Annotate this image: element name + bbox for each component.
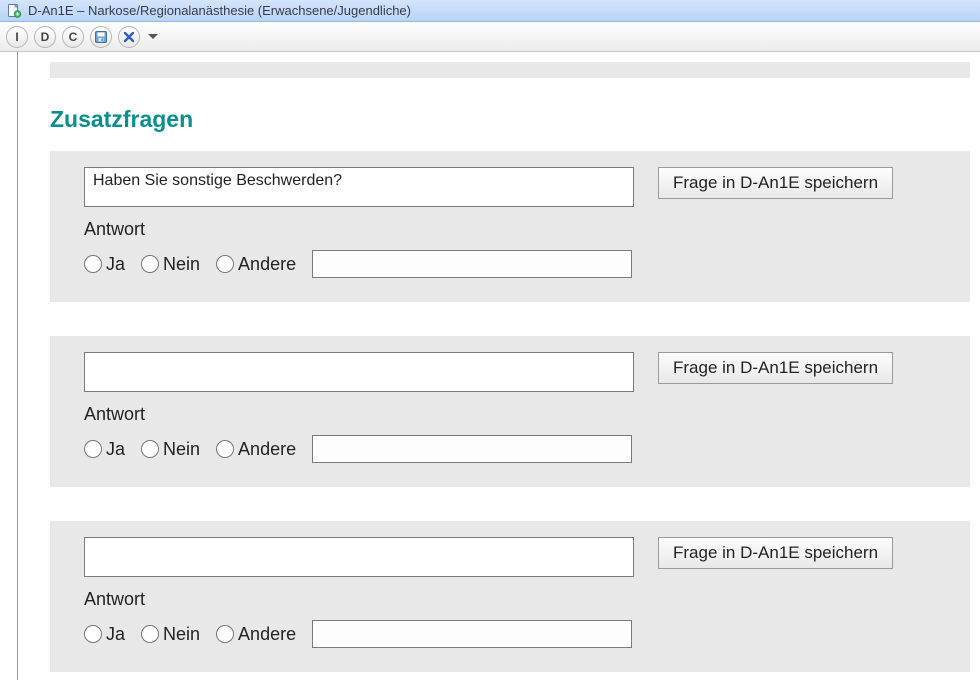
answer-yes-radio[interactable] xyxy=(84,625,102,643)
answer-no-option[interactable]: Nein xyxy=(141,254,200,275)
answer-label: Antwort xyxy=(84,404,954,425)
answer-no-radio[interactable] xyxy=(141,440,159,458)
answer-other-input[interactable] xyxy=(312,620,632,648)
question-text-input[interactable] xyxy=(84,167,634,207)
toolbar-c-button[interactable]: C xyxy=(62,26,84,48)
answer-yes-option[interactable]: Ja xyxy=(84,439,125,460)
page-content: Zusatzfragen Frage in D-An1E speichern A… xyxy=(20,52,980,680)
question-text-input[interactable] xyxy=(84,537,634,577)
window-title: D-An1E – Narkose/Regionalanästhesie (Erw… xyxy=(28,3,411,18)
answer-yes-label: Ja xyxy=(106,254,125,275)
answer-yes-radio[interactable] xyxy=(84,440,102,458)
answer-other-label: Andere xyxy=(238,624,296,645)
save-question-button[interactable]: Frage in D-An1E speichern xyxy=(658,537,893,569)
question-block: Frage in D-An1E speichern Antwort Ja Nei… xyxy=(50,151,970,302)
toolbar-d-button[interactable]: D xyxy=(34,26,56,48)
document-icon xyxy=(6,3,22,19)
answer-other-radio[interactable] xyxy=(216,255,234,273)
answer-yes-label: Ja xyxy=(106,439,125,460)
answer-other-option[interactable]: Andere xyxy=(216,254,296,275)
answer-yes-option[interactable]: Ja xyxy=(84,624,125,645)
question-block: Frage in D-An1E speichern Antwort Ja Nei… xyxy=(50,336,970,487)
answer-other-radio[interactable] xyxy=(216,625,234,643)
answer-no-radio[interactable] xyxy=(141,255,159,273)
answer-yes-radio[interactable] xyxy=(84,255,102,273)
previous-section-stub xyxy=(50,62,970,78)
answer-other-input[interactable] xyxy=(312,250,632,278)
answer-no-option[interactable]: Nein xyxy=(141,439,200,460)
answer-other-input[interactable] xyxy=(312,435,632,463)
answer-row: Ja Nein Andere xyxy=(84,250,954,278)
answer-no-label: Nein xyxy=(163,624,200,645)
save-question-button[interactable]: Frage in D-An1E speichern xyxy=(658,167,893,199)
answer-yes-label: Ja xyxy=(106,624,125,645)
answer-label: Antwort xyxy=(84,219,954,240)
page-left-margin xyxy=(0,52,20,680)
answer-other-label: Andere xyxy=(238,439,296,460)
answer-label: Antwort xyxy=(84,589,954,610)
toolbar-info-button[interactable]: I xyxy=(6,26,28,48)
answer-other-radio[interactable] xyxy=(216,440,234,458)
toolbar-more-dropdown[interactable] xyxy=(146,26,160,48)
toolbar: I D C xyxy=(0,22,980,52)
answer-row: Ja Nein Andere xyxy=(84,435,954,463)
answer-no-option[interactable]: Nein xyxy=(141,624,200,645)
answer-no-radio[interactable] xyxy=(141,625,159,643)
question-text-input[interactable] xyxy=(84,352,634,392)
answer-yes-option[interactable]: Ja xyxy=(84,254,125,275)
answer-no-label: Nein xyxy=(163,254,200,275)
question-block: Frage in D-An1E speichern Antwort Ja Nei… xyxy=(50,521,970,672)
answer-no-label: Nein xyxy=(163,439,200,460)
section-heading: Zusatzfragen xyxy=(50,106,970,133)
answer-other-option[interactable]: Andere xyxy=(216,439,296,460)
toolbar-save-button[interactable] xyxy=(90,26,112,48)
save-question-button[interactable]: Frage in D-An1E speichern xyxy=(658,352,893,384)
window-titlebar: D-An1E – Narkose/Regionalanästhesie (Erw… xyxy=(0,0,980,22)
answer-other-option[interactable]: Andere xyxy=(216,624,296,645)
answer-other-label: Andere xyxy=(238,254,296,275)
answer-row: Ja Nein Andere xyxy=(84,620,954,648)
toolbar-delete-button[interactable] xyxy=(118,26,140,48)
